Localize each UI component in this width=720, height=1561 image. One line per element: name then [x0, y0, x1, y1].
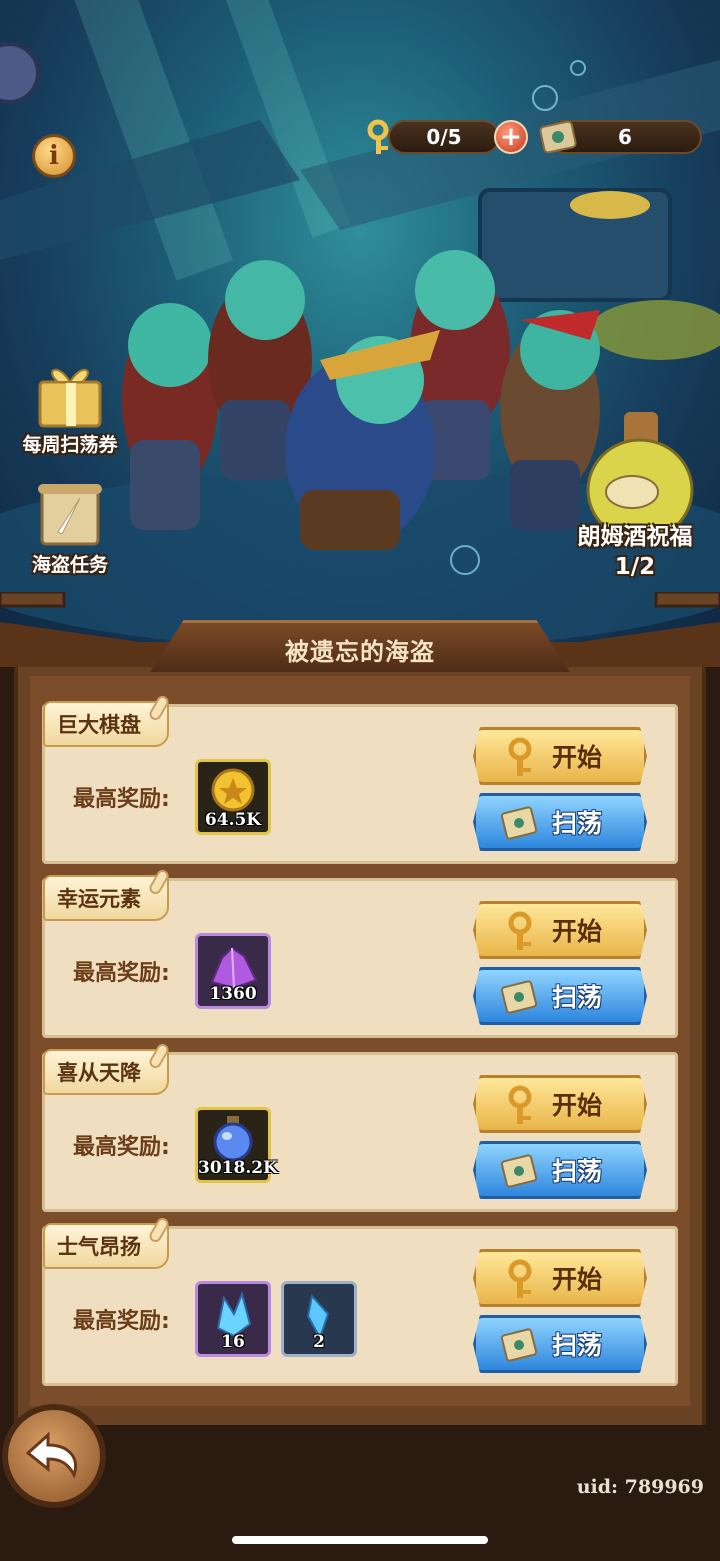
sweep-button[interactable]: 扫荡	[473, 1141, 647, 1199]
rum-blessing-label: 朗姆酒祝福	[577, 524, 693, 550]
back-arrow-icon	[25, 1431, 77, 1479]
stage-name: 喜从天降	[57, 1061, 141, 1085]
key-icon	[508, 737, 532, 776]
reward-item[interactable]: 3018.2K	[195, 1107, 278, 1183]
sweep-scroll-icon	[539, 120, 577, 154]
start-label: 开始	[552, 1091, 603, 1120]
reward-item[interactable]: 16	[195, 1281, 271, 1357]
start-label: 开始	[552, 743, 603, 772]
quest-scroll-icon	[38, 484, 102, 546]
stage-name-tag: 幸运元素	[43, 867, 171, 921]
key-icon	[508, 911, 532, 950]
sweep-button[interactable]: 扫荡	[473, 967, 647, 1025]
start-button[interactable]: 开始	[473, 1075, 647, 1133]
sweep-scroll-icon	[500, 980, 538, 1014]
rum-blessing-count: 1/2	[614, 554, 656, 580]
stage-card: 幸运元素 最高奖励: 1360 开始 扫荡	[42, 867, 678, 1038]
weekly-sweep-ticket-label: 每周扫荡券	[22, 434, 118, 456]
sweep-label: 扫荡	[552, 1331, 603, 1360]
sweep-scroll-icon	[500, 1328, 538, 1362]
sweep-label: 扫荡	[552, 983, 603, 1012]
stage-card: 巨大棋盘 最高奖励: 64.5K 开始 扫荡	[42, 693, 678, 864]
max-reward-label: 最高奖励:	[73, 787, 170, 812]
reward-quantity: 64.5K	[204, 810, 262, 830]
reward-item[interactable]: 2	[281, 1281, 357, 1357]
keys-count: 0/5	[426, 125, 462, 149]
pirate-task-button[interactable]: 海盗任务	[14, 480, 126, 577]
scroll-count: 6	[618, 125, 632, 149]
key-icon	[508, 1259, 532, 1298]
max-reward-label: 最高奖励:	[73, 1309, 170, 1334]
start-button[interactable]: 开始	[473, 901, 647, 959]
start-button[interactable]: 开始	[473, 727, 647, 785]
user-id: uid: 789969	[570, 1476, 710, 1498]
back-button[interactable]	[2, 1404, 106, 1508]
reward-quantity: 2	[313, 1332, 325, 1352]
reward-quantity: 16	[221, 1332, 245, 1352]
max-reward-label: 最高奖励:	[73, 961, 170, 986]
max-reward-label: 最高奖励:	[73, 1135, 170, 1160]
stage-name-tag: 士气昂扬	[43, 1215, 171, 1269]
reward-quantity: 3018.2K	[198, 1158, 278, 1178]
reward-item[interactable]: 64.5K	[195, 759, 271, 835]
add-keys-plus-icon[interactable]: +	[494, 120, 528, 154]
reward-item[interactable]: 1360	[195, 933, 271, 1009]
info-icon[interactable]: i	[32, 134, 76, 178]
panel-title: 被遗忘的海盗	[285, 638, 435, 666]
bottom-bar	[0, 1500, 720, 1561]
sweep-scroll-icon	[500, 806, 538, 840]
start-label: 开始	[552, 1265, 603, 1294]
sweep-scroll-icon	[500, 1154, 538, 1188]
stage-card: 喜从天降 最高奖励: 3018.2K 开始 扫荡	[42, 1041, 678, 1212]
gift-box-icon	[38, 369, 102, 428]
sweep-button[interactable]: 扫荡	[473, 1315, 647, 1373]
home-indicator[interactable]	[232, 1536, 488, 1544]
resource-bar: 0/5 + 6	[367, 118, 702, 156]
start-label: 开始	[552, 917, 603, 946]
stage-name: 幸运元素	[57, 887, 141, 911]
rum-blessing[interactable]: 朗姆酒祝福 1/2	[560, 522, 710, 582]
start-button[interactable]: 开始	[473, 1249, 647, 1307]
stage-name-tag: 喜从天降	[43, 1041, 171, 1095]
stage-name-tag: 巨大棋盘	[43, 693, 171, 747]
keys-counter: 0/5	[388, 120, 500, 154]
reward-quantity: 1360	[209, 984, 257, 1004]
sweep-label: 扫荡	[552, 809, 603, 838]
stage-name: 士气昂扬	[57, 1235, 141, 1259]
weekly-sweep-ticket-button[interactable]: 每周扫荡券	[14, 356, 126, 457]
pirate-task-label: 海盗任务	[31, 554, 108, 576]
key-icon	[367, 119, 389, 154]
sweep-button[interactable]: 扫荡	[473, 793, 647, 851]
sweep-label: 扫荡	[552, 1157, 603, 1186]
stage-card: 士气昂扬 最高奖励: 16 2 开始 扫荡	[42, 1215, 678, 1386]
stage-name: 巨大棋盘	[57, 713, 141, 737]
key-icon	[508, 1085, 532, 1124]
